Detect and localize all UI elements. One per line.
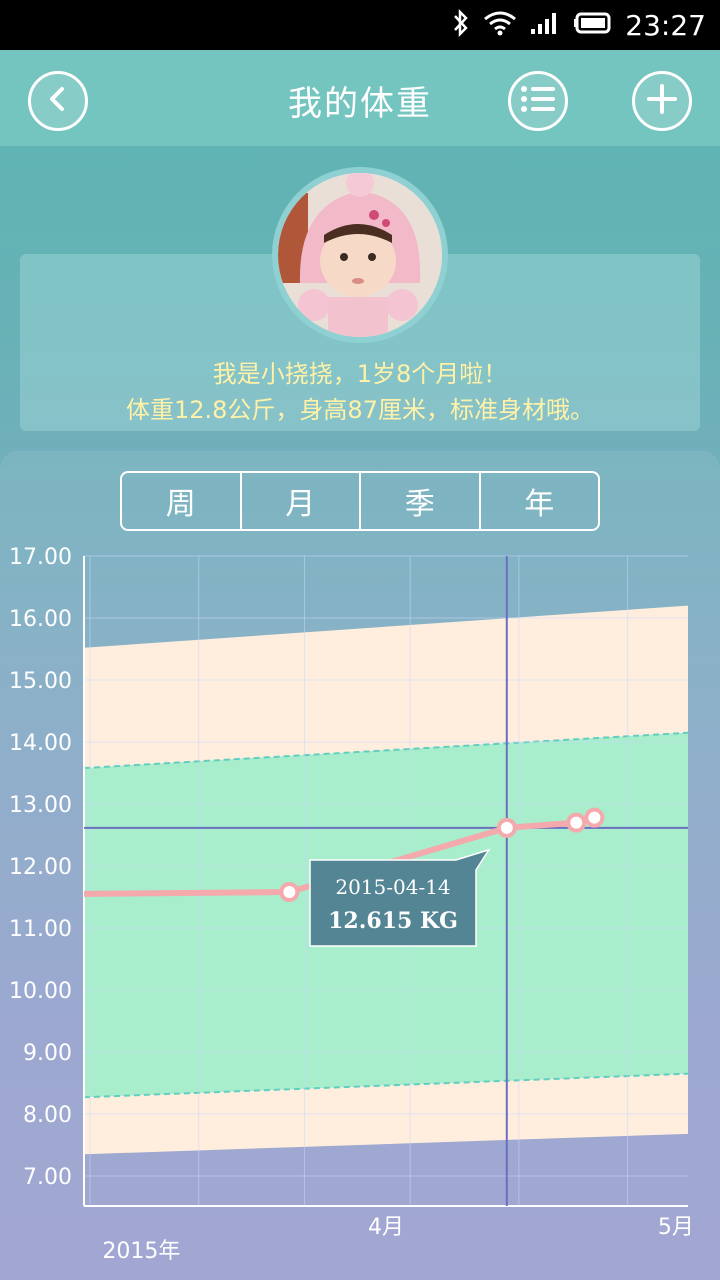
tooltip-value: 12.615 KG: [328, 908, 458, 934]
y-tick-label: 10.00: [9, 979, 72, 1004]
y-tick-label: 16.00: [9, 607, 72, 632]
tab-week[interactable]: 周: [122, 473, 242, 529]
y-tick-label: 17.00: [9, 545, 72, 570]
y-tick-label: 14.00: [9, 731, 72, 756]
y-tick-label: 12.00: [9, 855, 72, 880]
y-tick-label: 7.00: [23, 1165, 72, 1190]
y-tick-label: 13.00: [9, 793, 72, 818]
profile-stats-text: 体重12.8公斤，身高87厘米，标准身材哦。: [126, 396, 594, 424]
add-button[interactable]: [632, 71, 692, 131]
header: 我的体重: [0, 50, 720, 146]
tab-month[interactable]: 月: [242, 473, 361, 529]
x-tick-label: 4月: [368, 1215, 404, 1240]
weight-chart[interactable]: 17.00 16.00 15.00 14.00 13.00 12.00 11.00 10.00…: [0, 540, 720, 1280]
y-tick-label: 9.00: [23, 1041, 72, 1066]
y-tick-label: 8.00: [23, 1103, 72, 1128]
weight-point: [496, 817, 517, 838]
signal-icon: [529, 10, 561, 40]
bluetooth-icon: [451, 8, 471, 41]
weight-point: [566, 812, 587, 833]
list-button[interactable]: [508, 71, 568, 131]
tooltip-date: 2015-04-14: [335, 875, 450, 899]
avatar[interactable]: [272, 167, 448, 343]
tooltip: 2015-04-14 12.615 KG: [309, 848, 491, 947]
y-tick-label: 11.00: [9, 917, 72, 942]
period-segmented-control: 周 月 季 年: [120, 471, 600, 531]
list-icon: [520, 84, 556, 118]
weight-point: [584, 807, 605, 828]
status-time: 23:27: [625, 8, 706, 42]
tab-season[interactable]: 季: [361, 473, 481, 529]
x-tick-label: 2015年: [102, 1239, 180, 1264]
battery-icon: [573, 11, 613, 39]
wifi-icon: [483, 10, 517, 40]
x-tick-label: 5月: [658, 1215, 694, 1240]
plus-icon: [645, 82, 679, 120]
weight-point: [279, 882, 300, 903]
profile-age-text: 我是小挠挠，1岁8个月啦！: [212, 360, 508, 388]
status-bar: 23:27: [0, 0, 720, 50]
tab-year[interactable]: 年: [481, 473, 599, 529]
y-tick-label: 15.00: [9, 669, 72, 694]
page-title: 我的体重: [288, 84, 432, 124]
